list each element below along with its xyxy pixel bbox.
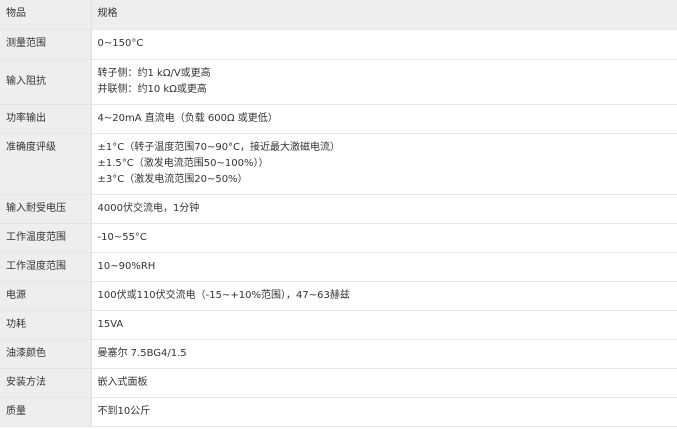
row-label: 工作温度范围	[0, 223, 92, 253]
row-label: 输入耐受电压	[0, 194, 92, 224]
value-line: 10~90%RH	[97, 260, 156, 272]
row-value: 嵌入式面板	[91, 368, 677, 398]
row-value: 4000伏交流电，1分钟	[91, 194, 677, 224]
row-value: -10~55°C	[91, 223, 677, 253]
row-label: 功耗	[0, 310, 92, 340]
table-row: 质量 不到10公斤	[0, 397, 677, 427]
value-line: ±3°C（激发电流范围20~50%）	[97, 173, 248, 185]
table-header-row: 物品 规格	[0, 0, 677, 30]
table-row: 功耗 15VA	[0, 310, 677, 340]
row-value: 10~90%RH	[91, 252, 677, 282]
table-row: 油漆颜色 曼塞尔 7.5BG4/1.5	[0, 339, 677, 369]
header-spec-cell: 规格	[91, 0, 677, 30]
row-label: 质量	[0, 397, 92, 427]
row-value: 4~20mA 直流电（负载 600Ω 或更低）	[91, 104, 677, 134]
row-label: 功率输出	[0, 104, 92, 134]
table-row: 准确度评级 ±1°C（转子温度范围70~90°C，接近最大激磁电流） ±1.5°…	[0, 133, 677, 195]
value-line: 不到10公斤	[97, 405, 151, 417]
table-row: 工作湿度范围 10~90%RH	[0, 252, 677, 282]
value-line: 100伏或110伏交流电（-15~+10%范围），47~63赫兹	[97, 289, 350, 301]
row-value: 曼塞尔 7.5BG4/1.5	[91, 339, 677, 369]
value-line: 15VA	[97, 318, 124, 330]
table-row: 输入阻抗 转子侧：约1 kΩ/V或更高 并联侧：约10 kΩ或更高	[0, 59, 677, 105]
value-line: 4000伏交流电，1分钟	[97, 202, 200, 214]
header-item-cell: 物品	[0, 0, 92, 30]
row-label: 输入阻抗	[0, 59, 92, 105]
table-row: 电源 100伏或110伏交流电（-15~+10%范围），47~63赫兹	[0, 281, 677, 311]
value-line: -10~55°C	[97, 231, 147, 243]
table-row: 工作温度范围 -10~55°C	[0, 223, 677, 253]
value-line: 0~150°C	[97, 38, 144, 49]
table-row: 安装方法 嵌入式面板	[0, 368, 677, 398]
value-line: ±1.5°C（激发电流范围50~100%））	[97, 157, 269, 169]
row-value: 不到10公斤	[91, 397, 677, 427]
row-value: 转子侧：约1 kΩ/V或更高 并联侧：约10 kΩ或更高	[91, 59, 677, 105]
row-value: 15VA	[91, 310, 677, 340]
value-line: 转子侧：约1 kΩ/V或更高	[97, 67, 211, 79]
table-row: 输入耐受电压 4000伏交流电，1分钟	[0, 194, 677, 224]
row-label: 油漆颜色	[0, 339, 92, 369]
row-label: 测量范围	[0, 29, 92, 60]
row-value: 100伏或110伏交流电（-15~+10%范围），47~63赫兹	[91, 281, 677, 311]
table-row: 功率输出 4~20mA 直流电（负载 600Ω 或更低）	[0, 104, 677, 134]
spec-table: 物品 规格 测量范围 0~150°C 输入阻抗 转子侧：约1 kΩ/V或更高 并…	[0, 0, 677, 427]
row-value: ±1°C（转子温度范围70~90°C，接近最大激磁电流） ±1.5°C（激发电流…	[91, 133, 677, 195]
value-line: 4~20mA 直流电（负载 600Ω 或更低）	[97, 112, 278, 124]
value-line: 并联侧：约10 kΩ或更高	[97, 83, 207, 95]
table-row: 测量范围 0~150°C	[0, 29, 677, 60]
row-label: 安装方法	[0, 368, 92, 398]
value-line: ±1°C（转子温度范围70~90°C，接近最大激磁电流）	[97, 141, 341, 153]
row-value: 0~150°C	[91, 29, 677, 60]
value-line: 曼塞尔 7.5BG4/1.5	[97, 347, 187, 359]
row-label: 电源	[0, 281, 92, 311]
row-label: 工作湿度范围	[0, 252, 92, 282]
row-label: 准确度评级	[0, 133, 92, 195]
value-line: 嵌入式面板	[97, 376, 148, 388]
